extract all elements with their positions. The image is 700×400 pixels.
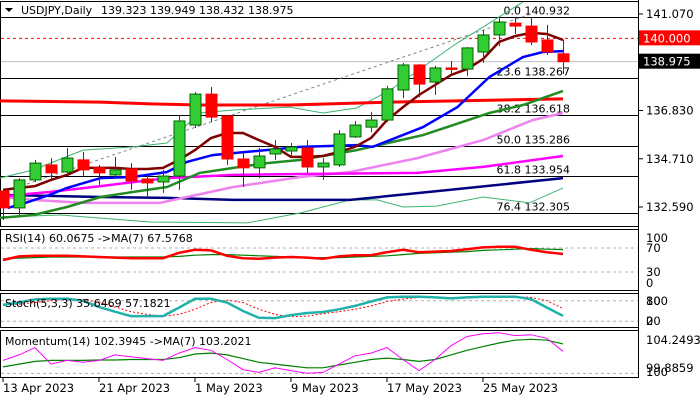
candle-body — [301, 147, 314, 168]
candle-body — [189, 93, 202, 126]
candle-body — [333, 133, 346, 166]
candle-body — [381, 88, 394, 121]
candle-body — [221, 115, 234, 160]
current-price-label: 138.975 — [643, 55, 691, 69]
candle-body — [477, 34, 490, 53]
candle-body — [413, 64, 426, 85]
candle-body — [317, 162, 330, 168]
candle-body — [541, 39, 554, 53]
candle-body — [93, 167, 106, 174]
momentum-pane[interactable]: Momentum(14) 102.3945 ->MA(7) 103.2021 — [0, 330, 639, 378]
candle-body — [557, 53, 570, 63]
date-tick-label: 17 May 2023 — [387, 381, 462, 395]
fib-label: 0.0 140.932 — [504, 5, 570, 18]
candle-body — [45, 164, 58, 174]
candle — [333, 130, 346, 167]
candle-body — [205, 93, 218, 118]
rsi-axis-label: 70 — [646, 241, 661, 255]
date-tick-label: 9 May 2023 — [291, 381, 359, 395]
candle-body — [525, 25, 538, 43]
candle-body — [141, 178, 154, 184]
symbol-timeframe: USDJPY,Daily — [21, 4, 93, 17]
stochastic-label: Stoch(5,3,3) 35.6469 57.1821 — [5, 297, 171, 310]
candle-body — [61, 157, 74, 173]
price-tick-label: 132.590 — [646, 200, 694, 214]
candle-body — [493, 21, 506, 36]
candle-body — [13, 179, 26, 209]
date-axis[interactable]: 13 Apr 2023 21 Apr 2023 1 May 2023 9 May 20… — [2, 377, 558, 395]
candle — [189, 92, 202, 129]
candle-body — [461, 47, 474, 70]
candle-body — [0, 190, 10, 209]
date-tick-label: 13 Apr 2023 — [3, 381, 74, 395]
candle-body — [429, 67, 442, 83]
fib-label: 50.0 135.286 — [497, 134, 570, 147]
level-140-label: 140.000 — [643, 31, 691, 45]
momentum-axis-label: 100 — [646, 365, 668, 379]
fib-label: 61.8 133.954 — [497, 164, 570, 177]
candle-body — [109, 169, 122, 176]
stochastic-pane[interactable]: Stoch(5,3,3) 35.6469 57.1821 — [0, 293, 639, 328]
candle-body — [29, 162, 42, 181]
candle-body — [397, 64, 410, 91]
stochastic-axis-label: 100 — [646, 294, 668, 308]
candle — [221, 115, 234, 165]
date-tick-label: 25 May 2023 — [483, 381, 558, 395]
chart-title: USDJPY,Daily 139.323 139.949 138.432 138… — [5, 4, 293, 17]
price-tick-label: 141.070 — [646, 7, 694, 21]
usdjpy-daily-chart[interactable]: 0.0 140.93223.6 138.26738.2 136.61850.0 … — [0, 0, 700, 400]
candle-body — [285, 146, 298, 152]
rsi-pane[interactable]: RSI(14) 60.0675 ->MA(7) 67.5768 — [0, 229, 639, 291]
price-pane[interactable]: 0.0 140.93223.6 138.26738.2 136.61850.0 … — [0, 1, 639, 227]
candle-body — [445, 67, 458, 70]
candle — [29, 159, 42, 182]
rsi-axis-label: 0 — [646, 276, 653, 290]
candle — [381, 85, 394, 123]
stochastic-axis-label: 0 — [646, 314, 653, 328]
candle-body — [77, 159, 90, 171]
candle-body — [349, 124, 362, 138]
date-tick-label: 1 May 2023 — [195, 381, 263, 395]
price-axis[interactable]: 141.070 136.830 134.710 132.590 140.000 138.9… — [638, 0, 700, 379]
price-tick-label: 134.710 — [646, 152, 694, 166]
momentum-axis-label: 104.2493 — [646, 333, 700, 347]
fib-label: 76.4 132.305 — [497, 201, 570, 214]
rsi-label: RSI(14) 60.0675 ->MA(7) 67.5768 — [5, 232, 193, 245]
candle-body — [509, 22, 522, 27]
candle-body — [253, 155, 266, 169]
price-tick-label: 136.830 — [646, 104, 694, 118]
candle-body — [269, 148, 282, 155]
candle-body — [365, 119, 378, 128]
candle-body — [173, 120, 186, 177]
candle-body — [125, 168, 138, 182]
ohlc-readout: 139.323 139.949 138.432 138.975 — [101, 4, 293, 17]
candle-body — [157, 175, 170, 183]
candle-body — [237, 158, 250, 169]
momentum-label: Momentum(14) 102.3945 ->MA(7) 103.2021 — [5, 335, 252, 348]
date-tick-label: 21 Apr 2023 — [99, 381, 170, 395]
